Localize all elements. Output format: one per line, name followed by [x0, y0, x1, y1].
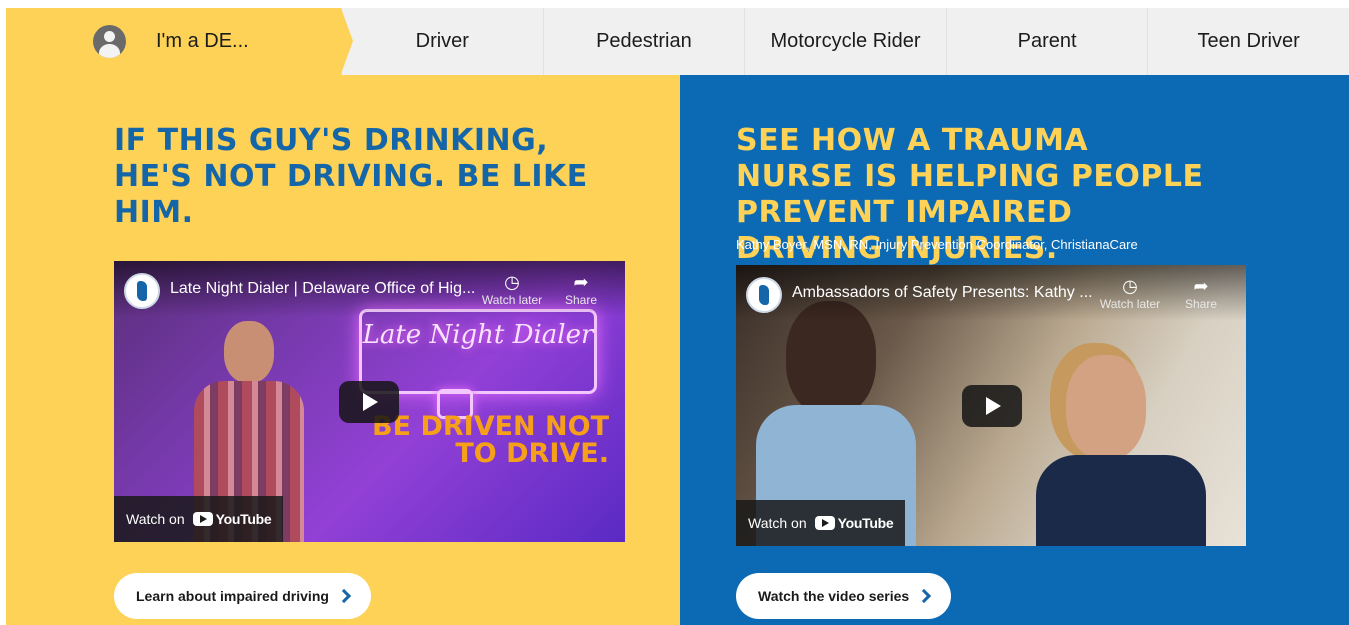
chevron-right-icon [336, 588, 351, 604]
cta-label: Learn about impaired driving [136, 588, 329, 604]
video-embed-ambassadors-of-safety[interactable]: Ambassadors of Safety Presents: Kathy ..… [736, 265, 1246, 546]
nav-item-motorcycle-rider[interactable]: Motorcycle Rider [744, 8, 946, 75]
play-icon[interactable] [339, 381, 399, 423]
video-embed-late-night-dialer[interactable]: Late Night Dialer BE DRIVEN NOT TO DRIVE… [114, 261, 625, 542]
nav-item-label: Motorcycle Rider [770, 30, 921, 52]
watch-on-label: Watch on [126, 511, 185, 527]
video-thumbnail-person [1036, 355, 1206, 546]
trauma-nurse-panel: See how a trauma nurse is helping people… [680, 75, 1349, 625]
watch-later-label: Watch later [1099, 297, 1161, 311]
watch-later-label: Watch later [481, 293, 543, 307]
youtube-wordmark: YouTube [215, 511, 272, 527]
byline: Kathy Boyer, MSN, RN, Injury Prevention … [736, 237, 1138, 252]
nav-item-label: Teen Driver [1197, 30, 1300, 52]
user-avatar-icon [93, 25, 126, 58]
watch-on-youtube-button[interactable]: Watch on YouTube [736, 500, 906, 546]
video-title[interactable]: Late Night Dialer | Delaware Office of H… [170, 280, 480, 298]
impaired-driving-panel: If this guy's drinking, he's not driving… [6, 75, 680, 625]
nav-item-im-a-de[interactable]: I'm a DE... [6, 8, 353, 75]
nav-item-pedestrian[interactable]: Pedestrian [542, 8, 745, 75]
share-label: Share [564, 293, 598, 307]
neon-sign-text: Late Night Dialer [362, 320, 594, 350]
share-label: Share [1184, 297, 1218, 311]
youtube-wordmark: YouTube [837, 515, 894, 531]
channel-logo-icon[interactable] [746, 277, 782, 313]
watch-video-series-button[interactable]: Watch the video series [736, 573, 952, 619]
cta-label: Watch the video series [758, 588, 910, 604]
youtube-logo: YouTube [192, 511, 272, 527]
youtube-play-icon [192, 512, 213, 526]
clock-icon: ◷ [504, 272, 520, 292]
audience-nav: I'm a DE... Driver Pedestrian Motorcycle… [6, 8, 1349, 75]
share-arrow-icon: ➦ [1193, 276, 1209, 296]
nav-item-label: I'm a DE... [156, 30, 249, 52]
share-button[interactable]: ➦ Share [546, 271, 616, 307]
nav-item-label: Driver [415, 30, 469, 52]
nav-item-teen-driver[interactable]: Teen Driver [1147, 8, 1349, 75]
share-arrow-icon: ➦ [573, 272, 589, 292]
watch-later-button[interactable]: ◷ Watch later [1095, 275, 1165, 311]
panel-headline: If this guy's drinking, he's not driving… [114, 123, 588, 230]
nav-item-label: Pedestrian [596, 30, 692, 52]
learn-impaired-driving-button[interactable]: Learn about impaired driving [114, 573, 371, 619]
video-title[interactable]: Ambassadors of Safety Presents: Kathy ..… [792, 284, 1102, 302]
watch-on-label: Watch on [748, 515, 807, 531]
youtube-logo: YouTube [814, 515, 894, 531]
channel-logo-icon[interactable] [124, 273, 160, 309]
neon-sign: Late Night Dialer [359, 309, 597, 394]
video-caption: BE DRIVEN NOT TO DRIVE. [372, 411, 609, 469]
clock-icon: ◷ [1122, 276, 1138, 296]
play-icon[interactable] [962, 385, 1022, 427]
nav-item-driver[interactable]: Driver [341, 8, 543, 75]
chevron-right-icon [917, 588, 932, 604]
watch-later-button[interactable]: ◷ Watch later [477, 271, 547, 307]
watch-on-youtube-button[interactable]: Watch on YouTube [114, 496, 284, 542]
share-button[interactable]: ➦ Share [1166, 275, 1236, 311]
youtube-play-icon [814, 516, 835, 530]
nav-item-parent[interactable]: Parent [945, 8, 1148, 75]
nav-item-label: Parent [1017, 30, 1077, 52]
